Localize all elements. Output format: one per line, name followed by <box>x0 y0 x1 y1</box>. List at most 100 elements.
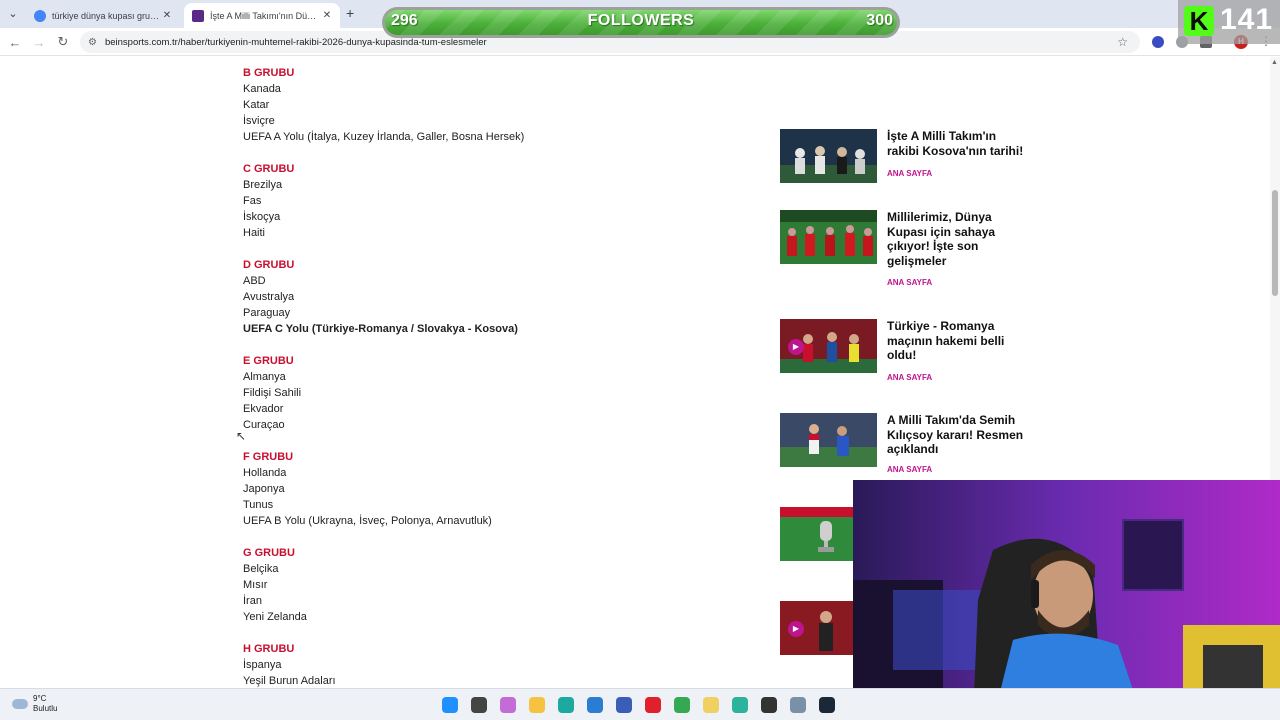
team-name: UEFA A Yolu (İtalya, Kuzey İrlanda, Gall… <box>243 131 525 143</box>
group-block: B GRUBU Kanada Katar İsviçre UEFA A Yolu (İt… <box>243 65 743 145</box>
team-name: Avustralya <box>243 291 295 303</box>
group-block: D GRUBU ABD Avustralya Paraguay UEFA C Yolu … <box>243 257 743 337</box>
group-title: H GRUBU <box>243 643 295 655</box>
steam-icon[interactable] <box>819 697 835 713</box>
tab-title: türkiye dünya kupası gruplar - G <box>52 10 160 21</box>
video-play-icon[interactable]: ▶ <box>788 339 804 355</box>
team-name: Belçika <box>243 563 279 575</box>
followers-goal: 300 <box>866 12 893 29</box>
team-name: İspanya <box>243 659 282 671</box>
team-name: Kanada <box>243 83 281 95</box>
news-category[interactable]: ANA SAYFA <box>887 169 932 178</box>
news-thumbnail[interactable]: ▶ <box>780 319 877 373</box>
group-title: E GRUBU <box>243 355 294 367</box>
group-block: F GRUBU Hollanda Japonya Tunus UEFA B Yolu (… <box>243 449 743 529</box>
news-headline[interactable]: Türkiye - Romanya maçının hakemi belli o… <box>887 319 1027 363</box>
app-icon[interactable] <box>616 697 632 713</box>
file-explorer-icon[interactable] <box>529 697 545 713</box>
tab-search-icon[interactable]: ⌄ <box>4 4 22 22</box>
group-title: G GRUBU <box>243 547 295 559</box>
group-title: B GRUBU <box>243 67 295 79</box>
team-name: Yeşil Burun Adaları <box>243 675 336 687</box>
news-headline[interactable]: A Milli Takım'da Semih Kılıçsoy kararı! … <box>887 413 1027 457</box>
group-list: B GRUBU Kanada Katar İsviçre UEFA A Yolu (İt… <box>243 65 743 688</box>
weather-temp: 9°C <box>33 694 47 703</box>
team-name: UEFA B Yolu (Ukrayna, İsveç, Polonya, Ar… <box>243 515 492 527</box>
windows-taskbar: 9°C Bulutlu <box>0 688 1280 720</box>
followers-goal-bar: 296 FOLLOWERS 300 <box>382 7 900 38</box>
weather-widget[interactable]: 9°C Bulutlu <box>12 694 57 714</box>
followers-label: FOLLOWERS <box>587 12 695 29</box>
news-thumbnail[interactable] <box>780 413 877 467</box>
news-category[interactable]: ANA SAYFA <box>887 278 932 287</box>
viewer-count: 141 <box>1220 3 1274 36</box>
settings-icon[interactable] <box>790 697 806 713</box>
beinsports-favicon-icon <box>192 9 204 22</box>
news-headline[interactable]: Millilerimiz, Dünya Kupası için sahaya ç… <box>887 210 1027 268</box>
kick-viewer-count: K 141 <box>1178 0 1280 44</box>
team-name: İsviçre <box>243 115 275 127</box>
url-text: beinsports.com.tr/haber/turkiyenin-muhte… <box>104 36 487 48</box>
news-category[interactable]: ANA SAYFA <box>887 373 932 382</box>
close-tab-icon[interactable]: ✕ <box>160 10 174 21</box>
bookmark-star-icon[interactable]: ☆ <box>1117 35 1128 49</box>
news-item[interactable]: Millilerimiz, Dünya Kupası için sahaya ç… <box>780 210 1030 290</box>
team-name: Paraguay <box>243 307 291 319</box>
group-title: D GRUBU <box>243 259 295 271</box>
team-name: Haiti <box>243 227 266 239</box>
forward-icon[interactable]: → <box>30 33 48 51</box>
scrollbar-thumb[interactable] <box>1272 190 1278 296</box>
terminal-icon[interactable] <box>732 697 748 713</box>
back-icon[interactable]: ← <box>6 33 24 51</box>
team-name: Mısır <box>243 579 268 591</box>
team-name: Brezilya <box>243 179 283 191</box>
team-name: Curaçao <box>243 419 285 431</box>
team-name: Hollanda <box>243 467 287 479</box>
tab-beinsports[interactable]: İşte A Milli Takımı'nın Dünya Ku ✕ <box>184 3 340 28</box>
team-name: Tunus <box>243 499 274 511</box>
video-play-icon[interactable]: ▶ <box>788 621 804 637</box>
team-name: Yeni Zelanda <box>243 611 307 623</box>
reload-icon[interactable]: ↻ <box>54 33 72 51</box>
news-headline[interactable]: İşte A Milli Takım'ın rakibi Kosova'nın … <box>887 129 1027 158</box>
team-name: UEFA C Yolu (Türkiye-Romanya / Slovakya … <box>243 323 518 335</box>
windows-start-icon[interactable] <box>442 697 458 713</box>
tab-title: İşte A Milli Takımı'nın Dünya Ku <box>210 10 320 21</box>
close-tab-icon[interactable]: ✕ <box>320 10 334 21</box>
team-name: ABD <box>243 275 266 287</box>
new-tab-icon[interactable]: + <box>346 5 354 21</box>
news-item[interactable]: ▶ Türkiye - Romanya maçının hakemi belli… <box>780 319 1030 389</box>
chrome-icon[interactable] <box>674 697 690 713</box>
group-block: G GRUBU Belçika Mısır İran Yeni Zelanda <box>243 545 743 625</box>
news-item[interactable]: A Milli Takım'da Semih Kılıçsoy kararı! … <box>780 413 1030 483</box>
opera-icon[interactable] <box>645 697 661 713</box>
team-name: İran <box>243 595 262 607</box>
group-block: E GRUBU Almanya Fildişi Sahili Ekvador Curaç… <box>243 353 743 433</box>
folder-icon[interactable] <box>703 697 719 713</box>
edge-icon[interactable] <box>558 697 574 713</box>
scroll-up-icon[interactable]: ▲ <box>1271 59 1278 66</box>
group-title: F GRUBU <box>243 451 294 463</box>
task-view-icon[interactable] <box>471 697 487 713</box>
kick-logo-icon: K <box>1184 6 1214 36</box>
site-info-icon[interactable]: ⚙ <box>88 37 97 48</box>
store-icon[interactable] <box>587 697 603 713</box>
team-name: Almanya <box>243 371 286 383</box>
group-block: C GRUBU Brezilya Fas İskoçya Haiti <box>243 161 743 241</box>
group-title: C GRUBU <box>243 163 295 175</box>
team-name: Katar <box>243 99 270 111</box>
obs-icon[interactable] <box>761 697 777 713</box>
tab-google-search[interactable]: türkiye dünya kupası gruplar - G ✕ <box>26 3 180 28</box>
team-name: Ekvador <box>243 403 284 415</box>
team-name: Fildişi Sahili <box>243 387 302 399</box>
news-item[interactable]: İşte A Milli Takım'ın rakibi Kosova'nın … <box>780 129 1030 199</box>
extension-icon[interactable] <box>1152 36 1164 48</box>
news-thumbnail[interactable] <box>780 129 877 183</box>
team-name: Japonya <box>243 483 285 495</box>
streamer-webcam <box>853 480 1280 720</box>
team-name: Fas <box>243 195 262 207</box>
copilot-icon[interactable] <box>500 697 516 713</box>
news-category[interactable]: ANA SAYFA <box>887 465 932 474</box>
news-thumbnail[interactable] <box>780 210 877 264</box>
cloud-icon <box>12 699 28 709</box>
